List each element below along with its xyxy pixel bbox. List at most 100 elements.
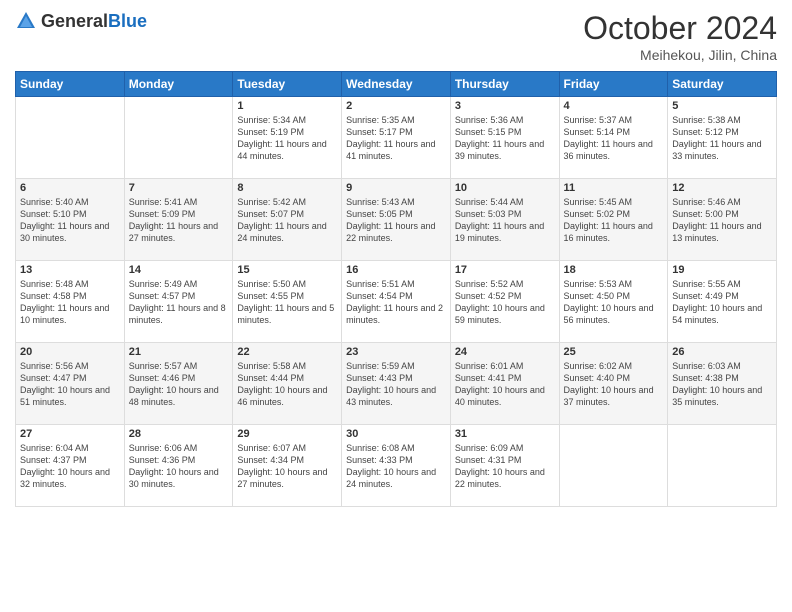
day-info: Sunrise: 5:59 AM Sunset: 4:43 PM Dayligh… xyxy=(346,360,446,409)
day-info: Sunrise: 5:41 AM Sunset: 5:09 PM Dayligh… xyxy=(129,196,229,245)
day-number: 14 xyxy=(129,264,229,276)
calendar-week-row: 6 Sunrise: 5:40 AM Sunset: 5:10 PM Daylig… xyxy=(16,179,777,261)
day-number: 3 xyxy=(455,100,555,112)
calendar-week-row: 27Sunrise: 6:04 AM Sunset: 4:37 PM Dayli… xyxy=(16,425,777,507)
day-number: 20 xyxy=(20,346,120,358)
day-info: Sunrise: 5:52 AM Sunset: 4:52 PM Dayligh… xyxy=(455,278,555,327)
day-number: 25 xyxy=(564,346,664,358)
location: Meihekou, Jilin, China xyxy=(583,47,777,63)
day-info: Sunrise: 5:37 AM Sunset: 5:14 PM Dayligh… xyxy=(564,114,664,163)
col-wednesday: Wednesday xyxy=(342,72,451,97)
day-info: Sunrise: 6:01 AM Sunset: 4:41 PM Dayligh… xyxy=(455,360,555,409)
day-info: Sunrise: 5:51 AM Sunset: 4:54 PM Dayligh… xyxy=(346,278,446,327)
day-number: 6 xyxy=(20,182,120,194)
day-info: Sunrise: 5:43 AM Sunset: 5:05 PM Dayligh… xyxy=(346,196,446,245)
day-number: 23 xyxy=(346,346,446,358)
day-info: Sunrise: 5:42 AM Sunset: 5:07 PM Dayligh… xyxy=(237,196,337,245)
calendar-cell: 7 Sunrise: 5:41 AM Sunset: 5:09 PM Daylig… xyxy=(124,179,233,261)
day-info: Sunrise: 5:48 AM Sunset: 4:58 PM Dayligh… xyxy=(20,278,120,327)
day-info: Sunrise: 5:49 AM Sunset: 4:57 PM Dayligh… xyxy=(129,278,229,327)
calendar-cell: 21 Sunrise: 5:57 AM Sunset: 4:46 PM Dayli… xyxy=(124,343,233,425)
day-info: Sunrise: 6:07 AM Sunset: 4:34 PM Dayligh… xyxy=(237,442,337,491)
calendar-week-row: 1 Sunrise: 5:34 AM Sunset: 5:19 PM Daylig… xyxy=(16,97,777,179)
calendar-cell: 13 Sunrise: 5:48 AM Sunset: 4:58 PM Dayli… xyxy=(16,261,125,343)
day-number: 24 xyxy=(455,346,555,358)
calendar-cell: 3 Sunrise: 5:36 AM Sunset: 5:15 PM Daylig… xyxy=(450,97,559,179)
day-number: 19 xyxy=(672,264,772,276)
day-number: 29 xyxy=(237,428,337,440)
logo: GeneralBlue xyxy=(15,10,147,32)
calendar-cell: 2Sunrise: 5:35 AM Sunset: 5:17 PM Daylig… xyxy=(342,97,451,179)
calendar-cell xyxy=(559,425,668,507)
day-info: Sunrise: 5:56 AM Sunset: 4:47 PM Dayligh… xyxy=(20,360,120,409)
calendar-cell: 1 Sunrise: 5:34 AM Sunset: 5:19 PM Daylig… xyxy=(233,97,342,179)
day-info: Sunrise: 5:36 AM Sunset: 5:15 PM Dayligh… xyxy=(455,114,555,163)
calendar-cell: 31Sunrise: 6:09 AM Sunset: 4:31 PM Dayli… xyxy=(450,425,559,507)
calendar: Sunday Monday Tuesday Wednesday Thursday… xyxy=(15,71,777,507)
logo-text: GeneralBlue xyxy=(41,11,147,32)
day-info: Sunrise: 5:35 AM Sunset: 5:17 PM Dayligh… xyxy=(346,114,446,163)
day-number: 7 xyxy=(129,182,229,194)
day-number: 26 xyxy=(672,346,772,358)
col-tuesday: Tuesday xyxy=(233,72,342,97)
day-info: Sunrise: 5:50 AM Sunset: 4:55 PM Dayligh… xyxy=(237,278,337,327)
calendar-cell: 30Sunrise: 6:08 AM Sunset: 4:33 PM Dayli… xyxy=(342,425,451,507)
logo-icon xyxy=(15,10,37,32)
day-number: 4 xyxy=(564,100,664,112)
day-info: Sunrise: 5:53 AM Sunset: 4:50 PM Dayligh… xyxy=(564,278,664,327)
calendar-cell: 24 Sunrise: 6:01 AM Sunset: 4:41 PM Dayli… xyxy=(450,343,559,425)
calendar-week-row: 20 Sunrise: 5:56 AM Sunset: 4:47 PM Dayli… xyxy=(16,343,777,425)
calendar-cell: 4 Sunrise: 5:37 AM Sunset: 5:14 PM Daylig… xyxy=(559,97,668,179)
day-number: 30 xyxy=(346,428,446,440)
day-info: Sunrise: 5:58 AM Sunset: 4:44 PM Dayligh… xyxy=(237,360,337,409)
day-number: 8 xyxy=(237,182,337,194)
calendar-cell: 6 Sunrise: 5:40 AM Sunset: 5:10 PM Daylig… xyxy=(16,179,125,261)
day-info: Sunrise: 5:38 AM Sunset: 5:12 PM Dayligh… xyxy=(672,114,772,163)
day-number: 12 xyxy=(672,182,772,194)
calendar-cell: 18Sunrise: 5:53 AM Sunset: 4:50 PM Dayli… xyxy=(559,261,668,343)
calendar-cell: 15 Sunrise: 5:50 AM Sunset: 4:55 PM Dayli… xyxy=(233,261,342,343)
col-friday: Friday xyxy=(559,72,668,97)
calendar-cell: 23 Sunrise: 5:59 AM Sunset: 4:43 PM Dayli… xyxy=(342,343,451,425)
col-monday: Monday xyxy=(124,72,233,97)
logo-general: General xyxy=(41,11,108,31)
day-info: Sunrise: 6:03 AM Sunset: 4:38 PM Dayligh… xyxy=(672,360,772,409)
calendar-cell: 9 Sunrise: 5:43 AM Sunset: 5:05 PM Daylig… xyxy=(342,179,451,261)
day-info: Sunrise: 6:06 AM Sunset: 4:36 PM Dayligh… xyxy=(129,442,229,491)
day-info: Sunrise: 5:44 AM Sunset: 5:03 PM Dayligh… xyxy=(455,196,555,245)
day-info: Sunrise: 6:04 AM Sunset: 4:37 PM Dayligh… xyxy=(20,442,120,491)
day-number: 1 xyxy=(237,100,337,112)
calendar-cell: 20 Sunrise: 5:56 AM Sunset: 4:47 PM Dayli… xyxy=(16,343,125,425)
day-number: 15 xyxy=(237,264,337,276)
day-info: Sunrise: 5:55 AM Sunset: 4:49 PM Dayligh… xyxy=(672,278,772,327)
calendar-cell: 12Sunrise: 5:46 AM Sunset: 5:00 PM Dayli… xyxy=(668,179,777,261)
day-number: 13 xyxy=(20,264,120,276)
col-sunday: Sunday xyxy=(16,72,125,97)
day-number: 16 xyxy=(346,264,446,276)
day-number: 11 xyxy=(564,182,664,194)
calendar-cell xyxy=(16,97,125,179)
day-number: 10 xyxy=(455,182,555,194)
calendar-cell: 17 Sunrise: 5:52 AM Sunset: 4:52 PM Dayli… xyxy=(450,261,559,343)
calendar-cell xyxy=(668,425,777,507)
day-info: Sunrise: 5:45 AM Sunset: 5:02 PM Dayligh… xyxy=(564,196,664,245)
day-info: Sunrise: 5:34 AM Sunset: 5:19 PM Dayligh… xyxy=(237,114,337,163)
calendar-cell: 29 Sunrise: 6:07 AM Sunset: 4:34 PM Dayli… xyxy=(233,425,342,507)
calendar-cell: 27Sunrise: 6:04 AM Sunset: 4:37 PM Dayli… xyxy=(16,425,125,507)
day-number: 22 xyxy=(237,346,337,358)
title-block: October 2024 Meihekou, Jilin, China xyxy=(583,10,777,63)
day-number: 28 xyxy=(129,428,229,440)
calendar-cell: 11 Sunrise: 5:45 AM Sunset: 5:02 PM Dayli… xyxy=(559,179,668,261)
calendar-cell xyxy=(124,97,233,179)
calendar-header-row: Sunday Monday Tuesday Wednesday Thursday… xyxy=(16,72,777,97)
day-number: 9 xyxy=(346,182,446,194)
day-info: Sunrise: 5:40 AM Sunset: 5:10 PM Dayligh… xyxy=(20,196,120,245)
day-number: 21 xyxy=(129,346,229,358)
calendar-cell: 16 Sunrise: 5:51 AM Sunset: 4:54 PM Dayli… xyxy=(342,261,451,343)
month-title: October 2024 xyxy=(583,10,777,47)
day-info: Sunrise: 5:57 AM Sunset: 4:46 PM Dayligh… xyxy=(129,360,229,409)
day-number: 5 xyxy=(672,100,772,112)
day-number: 17 xyxy=(455,264,555,276)
col-thursday: Thursday xyxy=(450,72,559,97)
calendar-cell: 19 Sunrise: 5:55 AM Sunset: 4:49 PM Dayli… xyxy=(668,261,777,343)
